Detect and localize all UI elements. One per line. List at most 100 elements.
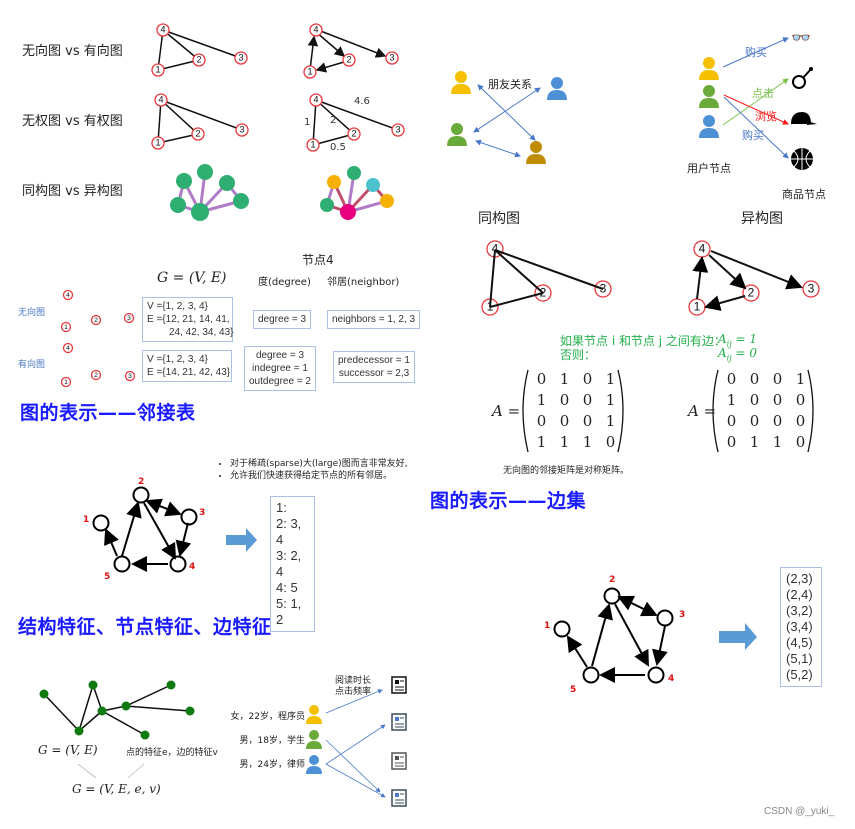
- graph-node-label: 4: [160, 25, 165, 35]
- heterogeneous-title: 异构图: [741, 211, 783, 227]
- matrix-cell: 0: [772, 412, 783, 430]
- edge-attr-label: 阅读时长 点击频率: [335, 676, 371, 698]
- graph-node-label: 1: [64, 324, 68, 331]
- directed-e: E ={14, 21, 42, 43}: [147, 367, 231, 378]
- graph-node-label: 2: [94, 317, 98, 324]
- matrix-cell: 0: [726, 412, 737, 430]
- weight-3-4: 4.6: [354, 96, 370, 107]
- matrix-cell: 0: [605, 433, 616, 451]
- bullet-item: 允许我们快速获得给定节点的所有邻居。: [230, 470, 408, 482]
- g-ve-formula: G = (V, E): [38, 743, 98, 757]
- eq-1: = 1: [731, 332, 758, 346]
- undirected-neighbors-box: neighbors = 1, 2, 3: [327, 310, 421, 329]
- undirected-e1: E ={12, 21, 14, 41,: [147, 314, 230, 325]
- directed-label: 有向图: [18, 360, 46, 370]
- a-label: A =: [492, 402, 521, 420]
- item-nodes-label: 商品节点: [782, 188, 826, 201]
- graph-heterogeneous: [320, 166, 394, 220]
- undirected-label: 无向图: [18, 308, 46, 318]
- a-symbol: A: [718, 332, 727, 346]
- user-article-arrows: [325, 689, 386, 798]
- matrix-cell: 1: [605, 412, 616, 430]
- successor: successor = 2,3: [338, 368, 410, 379]
- feature-graph: [43, 684, 191, 736]
- matrix-row: 0000: [720, 412, 812, 433]
- matrix-cell: 0: [772, 391, 783, 409]
- directed-outdegree: outdegree = 2: [249, 376, 311, 387]
- graph-node-label: 1: [64, 379, 68, 386]
- node-label: 4: [668, 674, 675, 684]
- buy-label: 购买: [745, 46, 767, 59]
- heading-features: 结构特征、节点特征、边特征: [18, 616, 272, 638]
- adj-list-graph: [92, 486, 198, 573]
- graph-node-label: 3: [389, 53, 394, 63]
- list-item: 5: 1, 2: [276, 596, 302, 627]
- glasses-icon: 👓: [791, 28, 811, 47]
- matrix-row: 0001: [720, 370, 812, 391]
- matrix-cell: 0: [726, 433, 737, 451]
- matrix-cell: 0: [749, 412, 760, 430]
- graph-node-label: 4: [66, 292, 70, 299]
- rule-line-2: 否则：: [560, 348, 597, 362]
- graph-node-label: 4: [313, 25, 318, 35]
- matrix-cell: 1: [726, 391, 737, 409]
- matrix-cell: 1: [559, 370, 570, 388]
- pred-succ-box: predecessor = 1 successor = 2,3: [333, 351, 415, 383]
- matrix-row: 1110: [530, 433, 622, 454]
- node-label: 5: [570, 685, 577, 695]
- edge-item: (3,2): [786, 603, 813, 618]
- directed-degree-box: degree = 3 indegree = 1 outdegree = 2: [244, 346, 316, 391]
- directed-adjacency-matrix: 0001100000000110: [720, 370, 812, 454]
- weight-1-4: 1: [304, 117, 311, 128]
- graph-node-label: 3: [128, 373, 132, 380]
- graph-homogeneous: [170, 164, 249, 221]
- graph-node-label: 1: [694, 300, 701, 314]
- graph-node-label: 2: [346, 55, 351, 65]
- node-label: 3: [199, 508, 206, 518]
- predecessor: predecessor = 1: [338, 355, 410, 366]
- matrix-cell: 1: [605, 370, 616, 388]
- matrix-cell: 1: [536, 433, 547, 451]
- graph-node-label: 2: [94, 372, 98, 379]
- graph-node-label: 2: [195, 129, 200, 139]
- matrix-cell: 1: [795, 370, 806, 388]
- matrix-cell: 0: [749, 391, 760, 409]
- matrix-row: 0001: [530, 412, 622, 433]
- directed-ve-box: V ={1, 2, 3, 4} E ={14, 21, 42, 43}: [142, 350, 232, 382]
- matrix-cell: 1: [582, 433, 593, 451]
- graph-node-label: 4: [158, 95, 163, 105]
- list-item: 3: 2, 4: [276, 548, 302, 579]
- symmetric-note: 无向图的邻接矩阵是对称矩阵。: [503, 466, 630, 476]
- graph-node-label: 4: [313, 95, 318, 105]
- edge-item: (5,1): [786, 651, 813, 666]
- matrix-cell: 0: [536, 412, 547, 430]
- bullet-item: 对于稀疏(sparse)大(large)图而言非常友好,: [230, 458, 408, 470]
- matrix-cell: 1: [559, 433, 570, 451]
- watermark: CSDN @_yuki_: [764, 806, 835, 817]
- graph-node-label: 1: [307, 67, 312, 77]
- matrix-cell: 0: [582, 412, 593, 430]
- graph-node-label: 3: [238, 53, 243, 63]
- undirected-v: V ={1, 2, 3, 4}: [147, 301, 208, 312]
- matrix-row: 0110: [720, 433, 812, 454]
- adjacency-list-box: 1: 2: 3, 4 3: 2, 4 4: 5 5: 1, 2: [270, 496, 315, 632]
- a-label: A =: [688, 402, 717, 420]
- matrix-cell: 0: [795, 433, 806, 451]
- browse-label: 浏览: [755, 110, 777, 123]
- edge-item: (2,4): [786, 587, 813, 602]
- graph-node-label: 1: [310, 140, 315, 150]
- g-formula: G = (V, E): [157, 270, 227, 286]
- node-label: 3: [679, 610, 686, 620]
- node-label: 4: [189, 562, 196, 572]
- matrix-cell: 0: [536, 370, 547, 388]
- heading-adjacency-list: 图的表示——邻接表: [20, 402, 196, 424]
- list-item: 2: 3, 4: [276, 516, 302, 547]
- graph-node-label: 4: [699, 242, 706, 256]
- user-nodes-label: 用户节点: [687, 162, 731, 175]
- g-vee-formula: G = (V, E, e, v): [72, 782, 161, 796]
- graph-node-label: 2: [748, 286, 755, 300]
- matrix-cell: 0: [795, 391, 806, 409]
- bullet-list: 对于稀疏(sparse)大(large)图而言非常友好, 允许我们快速获得给定节…: [218, 458, 408, 482]
- matrix-cell: 1: [749, 433, 760, 451]
- undirected-ve-box: V ={1, 2, 3, 4} E ={12, 21, 14, 41, 24, …: [142, 297, 234, 342]
